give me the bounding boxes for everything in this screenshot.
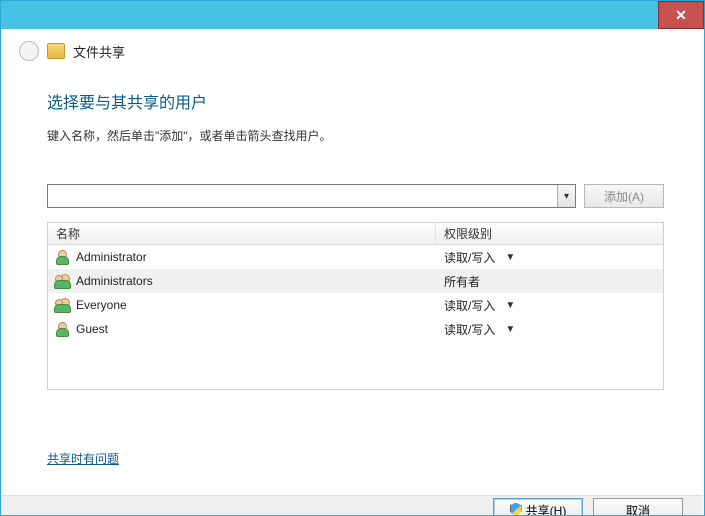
page-heading: 选择要与其共享的用户 (47, 89, 664, 113)
share-button-label: 共享(H) (526, 502, 567, 516)
instruction-text: 键入名称，然后单击"添加"，或者单击箭头查找用户。 (47, 127, 664, 144)
permission-text: 读取/写入 (444, 321, 495, 338)
table-row[interactable]: Administrator 读取/写入 ▼ (48, 245, 663, 269)
cell-name: Everyone (48, 297, 436, 313)
permission-text: 读取/写入 (444, 297, 495, 314)
cell-name: Guest (48, 321, 436, 337)
add-button[interactable]: 添加(A) (584, 184, 664, 208)
shield-icon (510, 503, 522, 515)
cell-name: Administrator (48, 249, 436, 265)
group-icon (54, 297, 70, 313)
header: 文件共享 (1, 29, 704, 67)
user-combobox[interactable]: ▾ (47, 184, 576, 208)
cell-permission[interactable]: 读取/写入 ▼ (436, 321, 663, 338)
permission-text: 所有者 (444, 273, 480, 290)
table-body: Administrator 读取/写入 ▼ Administrators 所有者 Ever… (48, 245, 663, 341)
user-name: Guest (76, 322, 108, 336)
cancel-button[interactable]: 取消 (593, 498, 683, 515)
table-row[interactable]: Administrators 所有者 (48, 269, 663, 293)
users-table: 名称 权限级别 Administrator读取/写入▼Administrator… (47, 222, 664, 390)
cell-name: Administrators (48, 273, 436, 289)
help-link[interactable]: 共享时有问题 (47, 450, 119, 467)
chevron-down-icon: ▼ (505, 324, 515, 335)
column-name[interactable]: 名称 (48, 223, 436, 244)
back-button[interactable] (19, 41, 39, 61)
column-permission[interactable]: 权限级别 (436, 225, 663, 242)
user-name: Administrators (76, 274, 153, 288)
table-row[interactable]: Everyone 读取/写入 ▼ (48, 293, 663, 317)
window-title: 文件共享 (73, 42, 125, 61)
user-icon (54, 321, 70, 337)
close-button[interactable]: ✕ (658, 1, 704, 29)
table-header: 名称 权限级别 (48, 223, 663, 245)
content-area: 选择要与其共享的用户 键入名称，然后单击"添加"，或者单击箭头查找用户。 ▾ 添… (1, 67, 704, 467)
titlebar: ✕ (1, 1, 704, 29)
chevron-down-icon: ▾ (564, 191, 569, 202)
cell-permission: 所有者 (436, 273, 663, 290)
footer: 共享(H) 取消 (2, 495, 703, 515)
folder-share-icon (47, 43, 65, 59)
file-sharing-dialog: ✕ 文件共享 选择要与其共享的用户 键入名称，然后单击"添加"，或者单击箭头查找… (0, 0, 705, 516)
combobox-dropdown-button[interactable]: ▾ (557, 185, 575, 207)
cell-permission[interactable]: 读取/写入 ▼ (436, 297, 663, 314)
user-name: Everyone (76, 298, 127, 312)
permission-text: 读取/写入 (444, 249, 495, 266)
table-row[interactable]: Guest 读取/写入 ▼ (48, 317, 663, 341)
add-user-row: ▾ 添加(A) (47, 184, 664, 208)
chevron-down-icon: ▼ (505, 252, 515, 263)
close-icon: ✕ (675, 7, 687, 24)
user-input[interactable] (48, 185, 557, 207)
user-icon (54, 249, 70, 265)
share-button[interactable]: 共享(H) (493, 498, 583, 515)
cell-permission[interactable]: 读取/写入 ▼ (436, 249, 663, 266)
user-name: Administrator (76, 250, 147, 264)
group-icon (54, 273, 70, 289)
chevron-down-icon: ▼ (505, 300, 515, 311)
